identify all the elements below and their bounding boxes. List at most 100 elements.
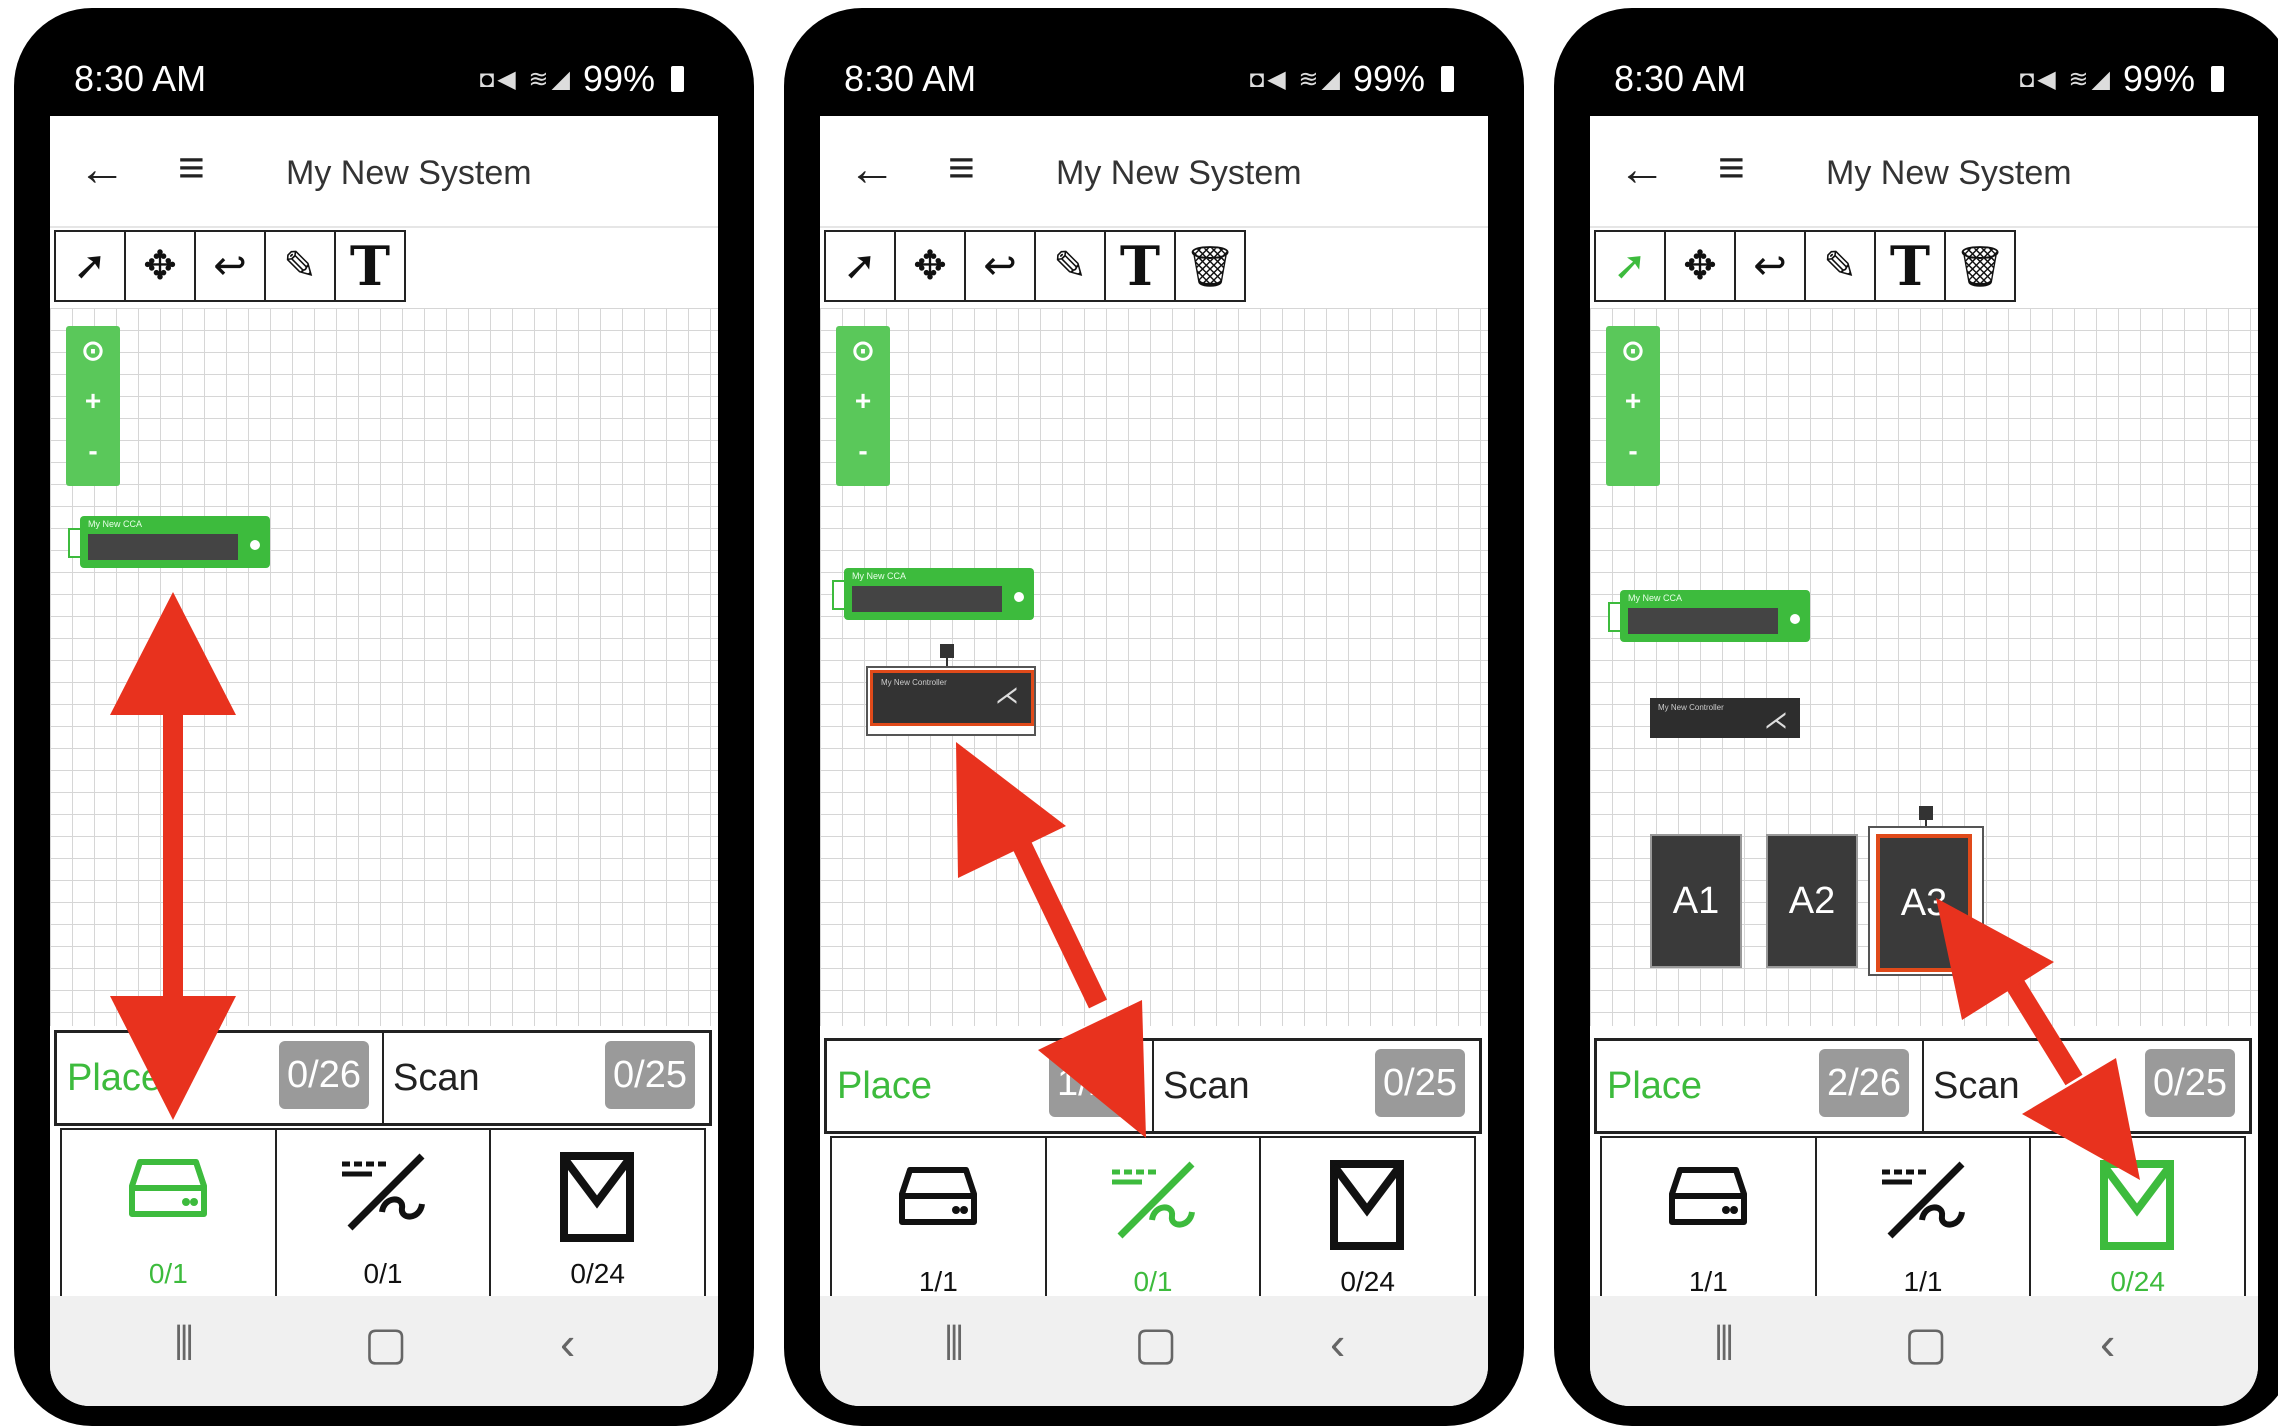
scan-tab[interactable]: Scan bbox=[1163, 1065, 1250, 1108]
scan-tab[interactable]: Scan bbox=[1933, 1065, 2020, 1108]
battery-percent: 99% bbox=[582, 58, 655, 99]
system-nav-bar: ⦀ ▢ ‹ bbox=[820, 1296, 1488, 1406]
category-controller[interactable]: 0/1 bbox=[1047, 1138, 1262, 1312]
zoom-out-button[interactable]: - bbox=[1606, 426, 1660, 476]
status-icons: ◘◀ ≋◢ bbox=[479, 65, 573, 93]
scan-count-badge: 0/25 bbox=[1375, 1049, 1465, 1117]
status-bar: 8:30 AM ◘◀ ≋◢ 99% bbox=[14, 8, 754, 108]
back-nav-icon[interactable]: ‹ bbox=[560, 1316, 575, 1370]
cca-ports bbox=[88, 534, 238, 560]
back-arrow-icon[interactable]: ← bbox=[848, 142, 896, 197]
zoom-out-button[interactable]: - bbox=[836, 426, 890, 476]
recent-apps-icon[interactable]: ⦀ bbox=[1714, 1316, 1734, 1372]
status-icons: ◘◀ ≋◢ bbox=[1249, 65, 1343, 93]
battery-icon bbox=[671, 66, 684, 92]
text-tool-icon[interactable]: T bbox=[334, 230, 406, 302]
controller-icon bbox=[1882, 1161, 1965, 1239]
pencil-tool-icon[interactable]: ✎ bbox=[1034, 230, 1106, 302]
scan-count-badge: 0/25 bbox=[605, 1041, 695, 1109]
place-tab[interactable]: Place bbox=[837, 1065, 932, 1108]
home-icon[interactable]: ▢ bbox=[364, 1316, 407, 1370]
battery-icon bbox=[1441, 66, 1454, 92]
category-controller[interactable]: 1/1 bbox=[1817, 1138, 2032, 1312]
grid-canvas[interactable]: ⊙ + - My New CCA bbox=[50, 308, 718, 1026]
zoom-in-button[interactable]: + bbox=[1606, 376, 1660, 426]
undo-tool-icon[interactable]: ↩ bbox=[964, 230, 1036, 302]
rotate-handle[interactable] bbox=[940, 644, 954, 658]
hamburger-menu-icon[interactable]: ≡ bbox=[178, 140, 205, 194]
zone-a1[interactable]: A1 bbox=[1650, 834, 1742, 968]
zoom-in-button[interactable]: + bbox=[836, 376, 890, 426]
category-drive[interactable]: 1/1 bbox=[1602, 1138, 1817, 1312]
zone-icon bbox=[559, 1152, 634, 1242]
move-tool-icon[interactable]: ✥ bbox=[1664, 230, 1736, 302]
home-icon[interactable]: ▢ bbox=[1904, 1316, 1947, 1370]
move-tool-icon[interactable]: ✥ bbox=[124, 230, 196, 302]
undo-tool-icon[interactable]: ↩ bbox=[194, 230, 266, 302]
category-count: 0/1 bbox=[1133, 1266, 1173, 1297]
zone-a2[interactable]: A2 bbox=[1766, 834, 1858, 968]
pencil-tool-icon[interactable]: ✎ bbox=[1804, 230, 1876, 302]
scan-tab[interactable]: Scan bbox=[393, 1057, 480, 1100]
zoom-controls: ⊙ + - bbox=[66, 326, 120, 486]
category-zone[interactable]: 0/24 bbox=[2031, 1138, 2244, 1312]
status-bar: 8:30 AM ◘◀ ≋◢ 99% bbox=[784, 8, 1524, 108]
system-nav-bar: ⦀ ▢ ‹ bbox=[1590, 1296, 2258, 1406]
zone-a3-selected[interactable]: A3 bbox=[1876, 834, 1972, 972]
trash-tool-icon[interactable]: 🗑 bbox=[1174, 230, 1246, 302]
recenter-button[interactable]: ⊙ bbox=[66, 326, 120, 376]
category-tray: 1/1 1/1 0/24 bbox=[1600, 1136, 2246, 1312]
pencil-tool-icon[interactable]: ✎ bbox=[264, 230, 336, 302]
place-count-badge: 1/26 bbox=[1049, 1049, 1139, 1117]
cca-label: My New CCA bbox=[88, 519, 143, 529]
zoom-out-button[interactable]: - bbox=[66, 426, 120, 476]
place-tab[interactable]: Place bbox=[1607, 1065, 1702, 1108]
place-tab[interactable]: Place bbox=[67, 1057, 162, 1100]
category-drive[interactable]: 1/1 bbox=[832, 1138, 1047, 1312]
controller-device-selected[interactable]: My New Controller ⋌ bbox=[870, 670, 1034, 726]
hamburger-menu-icon[interactable]: ≡ bbox=[1718, 140, 1745, 194]
zoom-in-button[interactable]: + bbox=[66, 376, 120, 426]
battery-icon bbox=[2211, 66, 2224, 92]
recent-apps-icon[interactable]: ⦀ bbox=[944, 1316, 964, 1372]
category-drive[interactable]: 0/1 bbox=[62, 1130, 277, 1304]
controller-device[interactable]: My New Controller ⋌ bbox=[1650, 698, 1800, 738]
scan-count-badge: 0/25 bbox=[2145, 1049, 2235, 1117]
back-nav-icon[interactable]: ‹ bbox=[1330, 1316, 1345, 1370]
controller-label: My New Controller bbox=[881, 678, 947, 687]
undo-tool-icon[interactable]: ↩ bbox=[1734, 230, 1806, 302]
text-tool-icon[interactable]: T bbox=[1104, 230, 1176, 302]
cca-device[interactable]: My New CCA bbox=[1608, 590, 1810, 642]
app-bar: ← ≡ My New System bbox=[820, 116, 1488, 228]
category-zone[interactable]: 0/24 bbox=[1261, 1138, 1474, 1312]
home-icon[interactable]: ▢ bbox=[1134, 1316, 1177, 1370]
cca-device[interactable]: My New CCA bbox=[68, 516, 270, 568]
grid-canvas[interactable]: ⊙ + - My New CCA My New Controller ⋌ bbox=[820, 308, 1488, 1026]
back-nav-icon[interactable]: ‹ bbox=[2100, 1316, 2115, 1370]
status-time: 8:30 AM bbox=[74, 58, 207, 99]
zone-icon bbox=[2099, 1160, 2174, 1250]
grid-canvas[interactable]: ⊙ + - My New CCA My New Controller ⋌ A1 … bbox=[1590, 308, 2258, 1026]
recent-apps-icon[interactable]: ⦀ bbox=[174, 1316, 194, 1372]
select-tool-icon[interactable]: ➚ bbox=[1594, 230, 1666, 302]
select-tool-icon[interactable]: ➚ bbox=[54, 230, 126, 302]
category-controller[interactable]: 0/1 bbox=[277, 1130, 492, 1304]
rotate-handle[interactable] bbox=[1919, 806, 1933, 820]
page-title: My New System bbox=[1056, 154, 1302, 192]
cca-device[interactable]: My New CCA bbox=[832, 568, 1034, 620]
recenter-button[interactable]: ⊙ bbox=[836, 326, 890, 376]
recenter-button[interactable]: ⊙ bbox=[1606, 326, 1660, 376]
status-bar: 8:30 AM ◘◀ ≋◢ 99% bbox=[1554, 8, 2278, 108]
trash-tool-icon[interactable]: 🗑 bbox=[1944, 230, 2016, 302]
back-arrow-icon[interactable]: ← bbox=[78, 142, 126, 197]
select-tool-icon[interactable]: ➚ bbox=[824, 230, 896, 302]
category-zone[interactable]: 0/24 bbox=[491, 1130, 704, 1304]
move-tool-icon[interactable]: ✥ bbox=[894, 230, 966, 302]
text-tool-icon[interactable]: T bbox=[1874, 230, 1946, 302]
place-count-badge: 0/26 bbox=[279, 1041, 369, 1109]
app-bar: ← ≡ My New System bbox=[50, 116, 718, 228]
category-count: 0/1 bbox=[363, 1258, 403, 1289]
category-count: 1/1 bbox=[918, 1266, 958, 1297]
hamburger-menu-icon[interactable]: ≡ bbox=[948, 140, 975, 194]
back-arrow-icon[interactable]: ← bbox=[1618, 142, 1666, 197]
